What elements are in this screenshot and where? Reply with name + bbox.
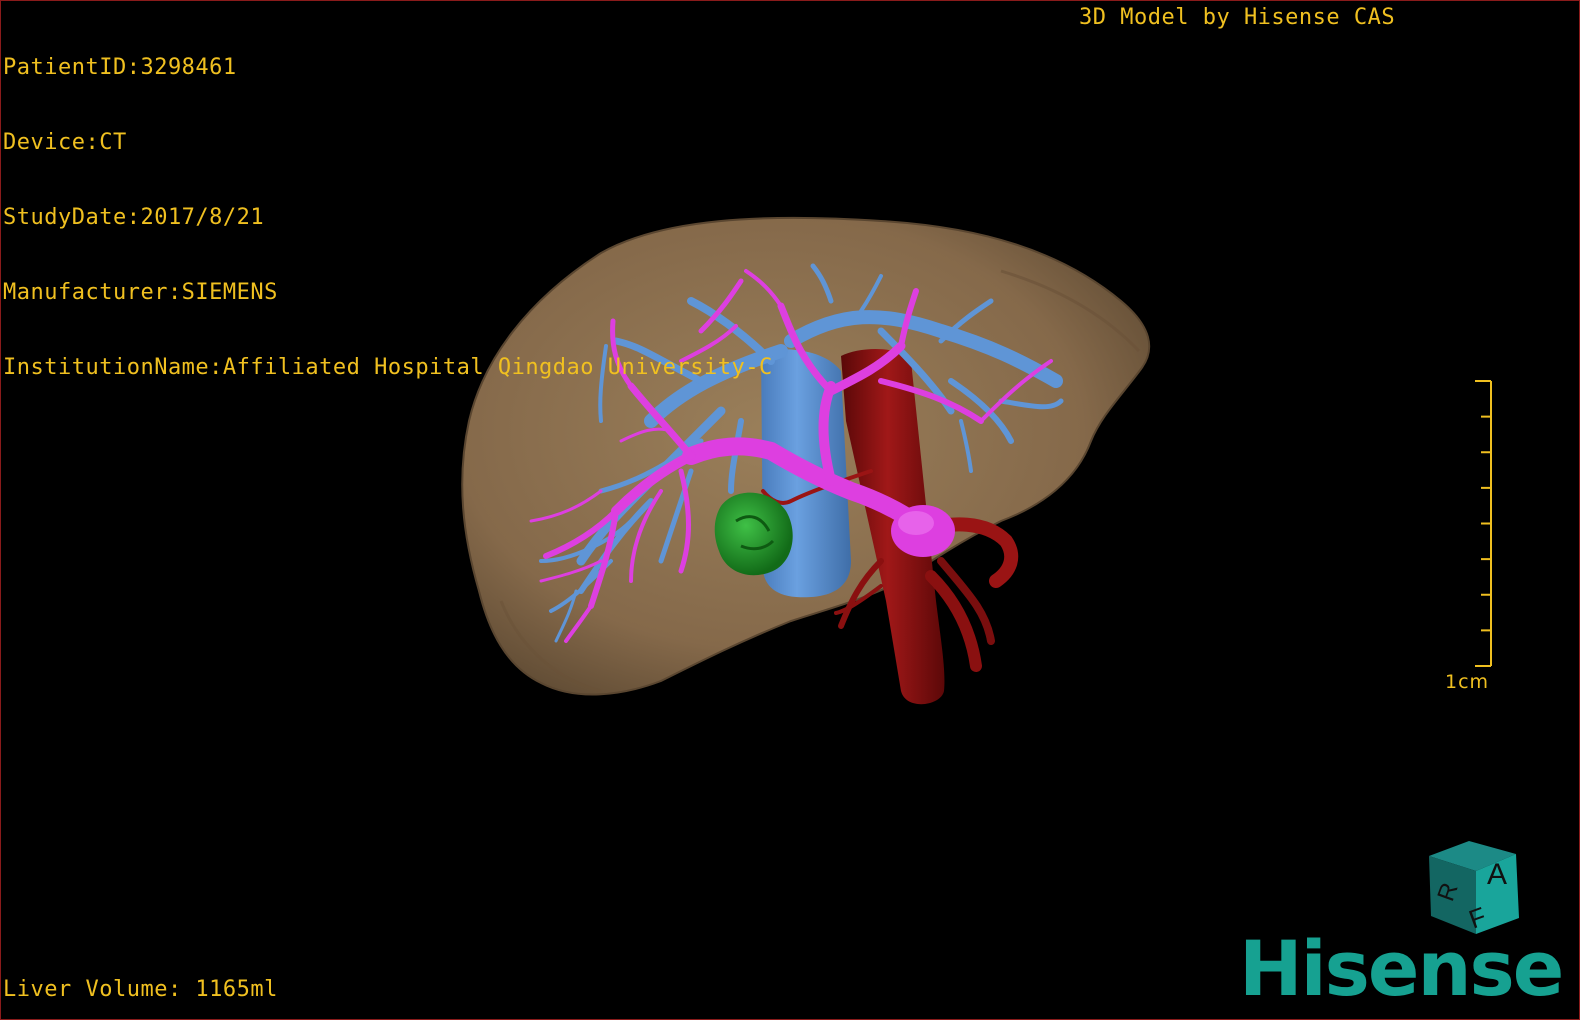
device-text: Device:CT: [3, 130, 127, 155]
liver-volume-text: Liver Volume: 1165ml: [3, 977, 278, 1002]
cube-face-top: A: [1487, 858, 1507, 891]
manufacturer-text: Manufacturer:SIEMENS: [3, 280, 278, 305]
study-date-text: StudyDate:2017/8/21: [3, 205, 265, 230]
institution-text: InstitutionName:Affiliated Hospital Qing…: [3, 355, 773, 380]
3d-viewport[interactable]: PatientID:3298461 Device:CT StudyDate:20…: [0, 0, 1580, 1020]
hisense-logo: Hisense: [1239, 924, 1564, 1013]
patient-info-overlay: PatientID:3298461 Device:CT StudyDate:20…: [3, 5, 773, 430]
patient-id-text: PatientID:3298461: [3, 55, 237, 80]
model-credit-text: 3D Model by Hisense CAS: [1079, 5, 1396, 30]
scale-bar-label: 1cm: [1445, 671, 1490, 693]
scale-bar: [1475, 380, 1492, 667]
